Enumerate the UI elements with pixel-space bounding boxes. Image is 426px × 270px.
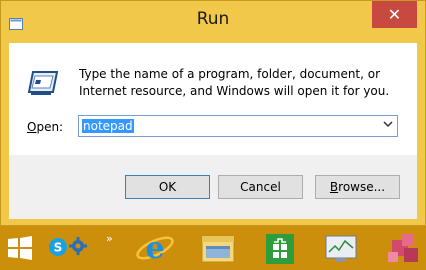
open-input-value[interactable]: notepad: [82, 119, 134, 133]
settings-icon[interactable]: [68, 236, 88, 256]
svg-text:e: e: [145, 231, 164, 266]
monitor-icon[interactable]: [320, 230, 364, 266]
internet-explorer-icon[interactable]: e: [133, 230, 177, 266]
ok-button[interactable]: OK: [125, 175, 210, 199]
taskbar: S » e: [0, 226, 426, 270]
package-icon[interactable]: [382, 230, 426, 266]
title-bar[interactable]: Run ✕: [1, 1, 425, 43]
browse-button[interactable]: Browse...: [315, 175, 400, 199]
window-title: Run: [196, 9, 230, 29]
run-dialog: Run ✕ Type the name of a program, folder…: [0, 0, 426, 226]
taskbar-chevron[interactable]: »: [106, 232, 113, 245]
chevron-down-icon[interactable]: [382, 119, 394, 133]
close-button[interactable]: ✕: [372, 1, 417, 28]
open-combobox[interactable]: notepad: [78, 115, 398, 137]
close-icon: ✕: [387, 5, 402, 24]
browse-label: rowse...: [338, 180, 386, 194]
cancel-button[interactable]: Cancel: [218, 175, 303, 199]
start-icon[interactable]: [4, 234, 36, 262]
dialog-description: Type the name of a program, folder, docu…: [79, 67, 390, 98]
open-label-text: pen:: [36, 120, 64, 134]
dialog-footer: OK Cancel Browse...: [9, 155, 417, 219]
svg-text:S: S: [54, 241, 63, 255]
run-icon: [27, 70, 59, 98]
skype-icon[interactable]: S: [48, 237, 68, 257]
file-explorer-icon[interactable]: [196, 230, 240, 266]
browse-accelerator: B: [329, 180, 339, 194]
open-label: Open:: [27, 120, 63, 134]
store-icon[interactable]: [258, 230, 302, 266]
